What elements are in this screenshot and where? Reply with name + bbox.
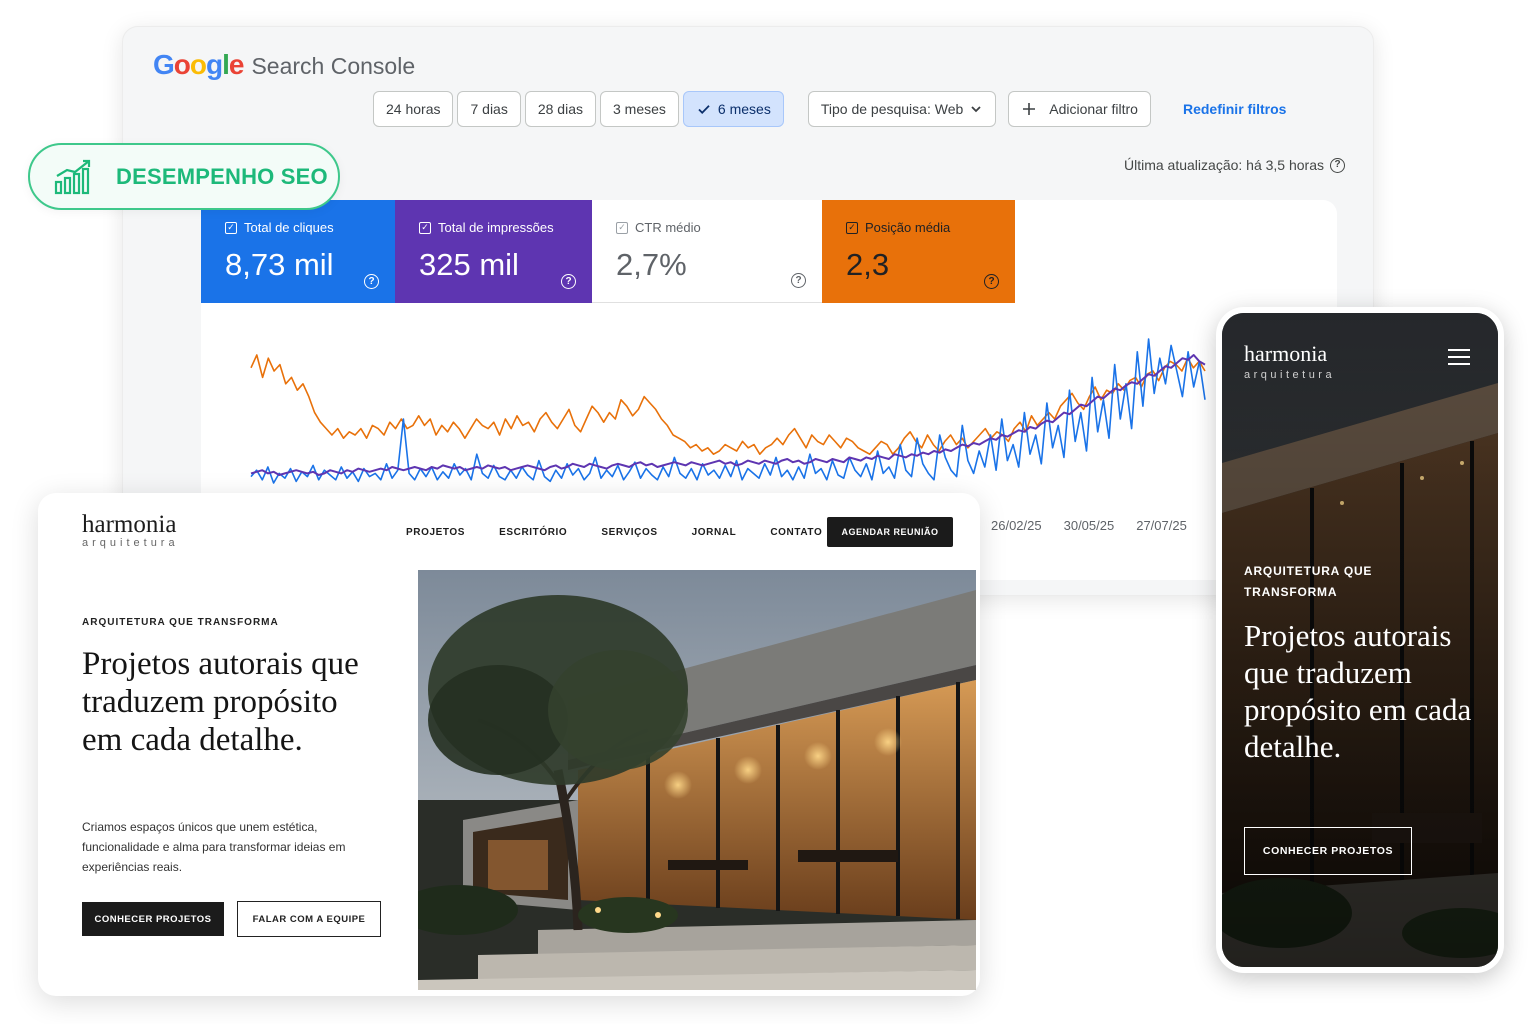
brand-name: harmonia: [1244, 341, 1328, 366]
x-tick-label: 26/02/25: [991, 518, 1042, 533]
search-console-logo: Google Search Console: [153, 49, 415, 81]
last-update: Última atualização: há 3,5 horas ?: [1124, 157, 1345, 173]
last-update-text: Última atualização: há 3,5 horas: [1124, 157, 1324, 173]
mobile-brand-logo[interactable]: harmonia arquitetura: [1244, 341, 1335, 381]
google-letter: g: [206, 49, 223, 80]
chevron-down-icon: [971, 106, 981, 113]
metric-average-ctr[interactable]: ✓ CTR médio 2,7% ?: [592, 200, 822, 303]
metric-label: Total de cliques: [244, 220, 334, 235]
seo-badge-label: DESEMPENHO SEO: [116, 163, 328, 189]
metric-total-impressions[interactable]: ✓ Total de impressões 325 mil ?: [395, 200, 592, 303]
mobile-hero-kicker: ARQUITETURA QUE TRANSFORMA: [1244, 564, 1373, 599]
select-label: Tipo de pesquisa: Web: [820, 101, 964, 117]
range-chip-28d[interactable]: 28 dias: [524, 91, 596, 127]
mobile-website-mockup: harmonia arquitetura ARQUITETURA QUE TRA…: [1216, 307, 1504, 973]
google-letter: G: [153, 49, 175, 80]
metric-total-clicks[interactable]: ✓ Total de cliques 8,73 mil ?: [201, 200, 395, 303]
nav-item-contato[interactable]: CONTATO: [770, 527, 822, 538]
view-projects-button[interactable]: CONHECER PROJETOS: [82, 902, 224, 936]
series-line-0: [250, 354, 1206, 455]
chip-label: 6 meses: [717, 101, 771, 117]
x-tick-label: 27/07/25: [1136, 518, 1187, 533]
google-letter: o: [189, 49, 207, 80]
mobile-screen: harmonia arquitetura ARQUITETURA QUE TRA…: [1222, 313, 1498, 967]
checkbox-icon[interactable]: ✓: [846, 221, 858, 234]
chip-label: 3 meses: [613, 101, 666, 117]
checkbox-icon[interactable]: ✓: [616, 221, 628, 234]
help-circle-icon[interactable]: ?: [1330, 157, 1345, 173]
brand-logo[interactable]: harmonia arquitetura: [82, 511, 179, 549]
nav-item-projetos[interactable]: PROJETOS: [406, 527, 465, 538]
nav-item-escritorio[interactable]: ESCRITÓRIO: [499, 527, 567, 538]
range-chip-3m[interactable]: 3 meses: [600, 91, 679, 127]
google-wordmark: Google: [153, 49, 245, 81]
google-letter: e: [228, 49, 245, 80]
check-icon: [698, 105, 710, 114]
metric-average-position[interactable]: ✓ Posição média 2,3 ?: [822, 200, 1015, 303]
help-circle-icon[interactable]: ?: [984, 274, 999, 289]
add-filter-button[interactable]: Adicionar filtro: [1008, 91, 1151, 127]
hero-kicker: ARQUITETURA QUE TRANSFORMA: [82, 617, 279, 628]
range-chip-24h[interactable]: 24 horas: [373, 91, 454, 127]
filter-bar: 24 horas 7 dias 28 dias 3 meses 6 meses …: [373, 91, 1286, 127]
help-circle-icon[interactable]: ?: [364, 274, 379, 289]
hero-description: Criamos espaços únicos que unem estética…: [82, 820, 346, 874]
performance-line-chart: [250, 338, 1206, 484]
checkbox-icon[interactable]: ✓: [225, 221, 237, 234]
nav-item-servicos[interactable]: SERVIÇOS: [601, 527, 657, 538]
metric-label: Posição média: [865, 220, 951, 235]
brand-sub: arquitetura: [82, 537, 179, 549]
search-type-select[interactable]: Tipo de pesquisa: Web: [807, 91, 997, 127]
series-line-2: [250, 354, 1206, 476]
metric-value: 325 mil: [419, 247, 519, 282]
talk-to-team-button[interactable]: FALAR COM A EQUIPE: [237, 901, 381, 937]
hero-house-image: [418, 570, 976, 990]
schedule-meeting-button[interactable]: AGENDAR REUNIÃO: [827, 517, 953, 547]
mobile-view-projects-button[interactable]: CONHECER PROJETOS: [1244, 827, 1412, 875]
series-line-1: [250, 338, 1206, 484]
chip-label: 24 horas: [386, 101, 441, 117]
x-tick-label: 30/05/25: [1063, 518, 1115, 533]
reset-filters-link[interactable]: Redefinir filtros: [1183, 101, 1286, 117]
product-name: Search Console: [251, 53, 416, 79]
hero-title: Projetos autorais que traduzem propósito…: [82, 646, 359, 758]
mobile-hero-title: Projetos autorais que traduzem propósito…: [1244, 618, 1472, 764]
modern-house-illustration: [418, 570, 976, 990]
hamburger-menu-icon[interactable]: [1448, 349, 1470, 365]
main-nav: PROJETOS ESCRITÓRIO SERVIÇOS JORNAL CONT…: [406, 527, 822, 538]
brand-sub: arquitetura: [1244, 369, 1336, 381]
seo-performance-badge: DESEMPENHO SEO: [28, 143, 340, 210]
range-chip-7d[interactable]: 7 dias: [457, 91, 521, 127]
help-circle-icon[interactable]: ?: [561, 274, 576, 289]
metric-value: 8,73 mil: [225, 247, 334, 282]
help-circle-icon[interactable]: ?: [791, 273, 806, 288]
chip-label: 7 dias: [470, 101, 508, 117]
chip-label: 28 dias: [537, 101, 583, 117]
metric-value: 2,3: [846, 247, 890, 282]
checkbox-icon[interactable]: ✓: [419, 221, 431, 234]
plus-icon: [1023, 103, 1036, 115]
google-letter: l: [222, 49, 230, 80]
google-letter: o: [173, 49, 191, 80]
metric-value: 2,7%: [616, 247, 687, 282]
x-axis-labels: 26/02/25 30/05/25 27/07/25: [991, 518, 1187, 533]
nav-item-jornal[interactable]: JORNAL: [692, 527, 737, 538]
metric-label: CTR médio: [635, 220, 701, 235]
metric-label: Total de impressões: [438, 220, 554, 235]
desktop-website-mockup: harmonia arquitetura PROJETOS ESCRITÓRIO…: [38, 493, 980, 996]
button-label: Adicionar filtro: [1049, 101, 1138, 117]
brand-name: harmonia: [82, 511, 177, 538]
growth-chart-icon: [54, 159, 91, 194]
range-chip-6m[interactable]: 6 meses: [682, 91, 784, 127]
